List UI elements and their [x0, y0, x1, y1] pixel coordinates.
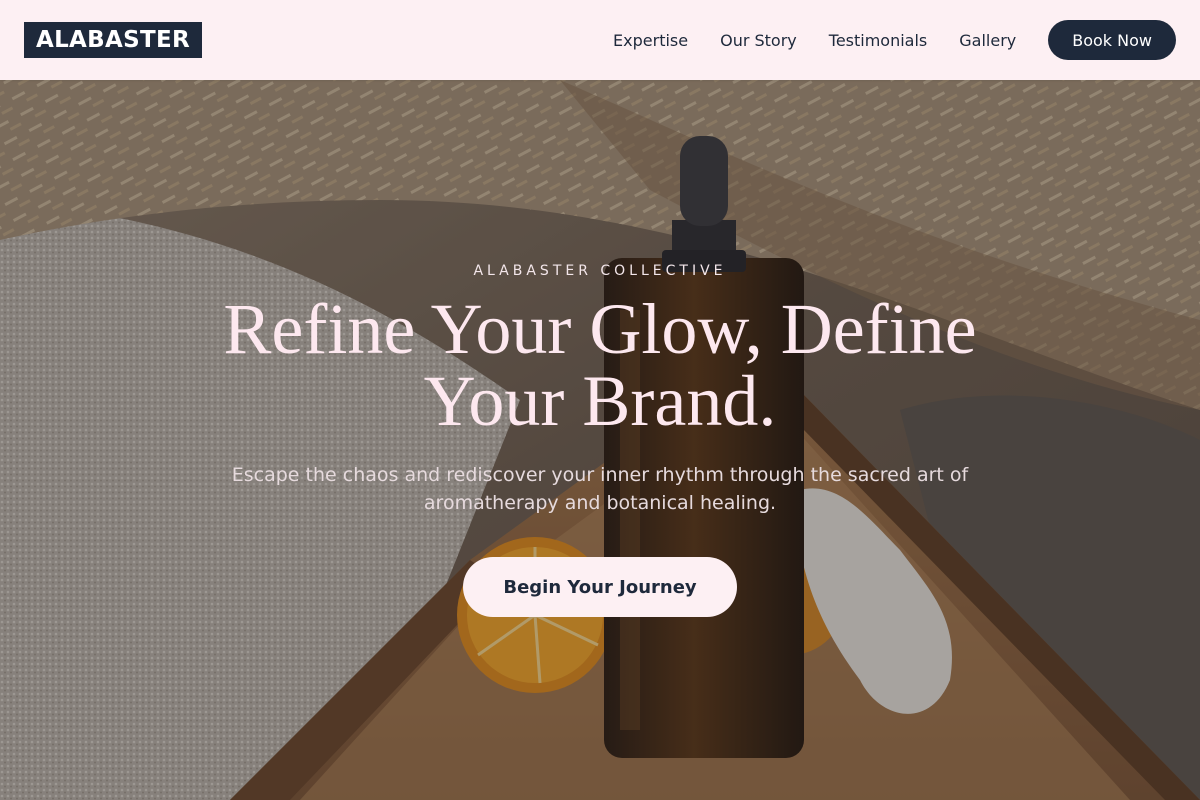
nav-our-story[interactable]: Our Story	[720, 31, 797, 50]
hero-content: ALABASTER COLLECTIVE Refine Your Glow, D…	[0, 80, 1200, 800]
begin-journey-button[interactable]: Begin Your Journey	[463, 557, 737, 617]
nav-testimonials[interactable]: Testimonials	[829, 31, 928, 50]
site-header: ALABASTER Expertise Our Story Testimonia…	[0, 0, 1200, 80]
hero-section: ALABASTER COLLECTIVE Refine Your Glow, D…	[0, 80, 1200, 800]
book-now-button[interactable]: Book Now	[1048, 20, 1176, 60]
nav-expertise[interactable]: Expertise	[613, 31, 688, 50]
hero-eyebrow: ALABASTER COLLECTIVE	[473, 263, 727, 279]
nav-gallery[interactable]: Gallery	[959, 31, 1016, 50]
main-nav: Expertise Our Story Testimonials Gallery…	[581, 20, 1176, 60]
logo[interactable]: ALABASTER	[24, 22, 202, 58]
hero-headline: Refine Your Glow, Define Your Brand.	[223, 289, 977, 441]
hero-subtext: Escape the chaos and rediscover your inn…	[231, 464, 969, 514]
